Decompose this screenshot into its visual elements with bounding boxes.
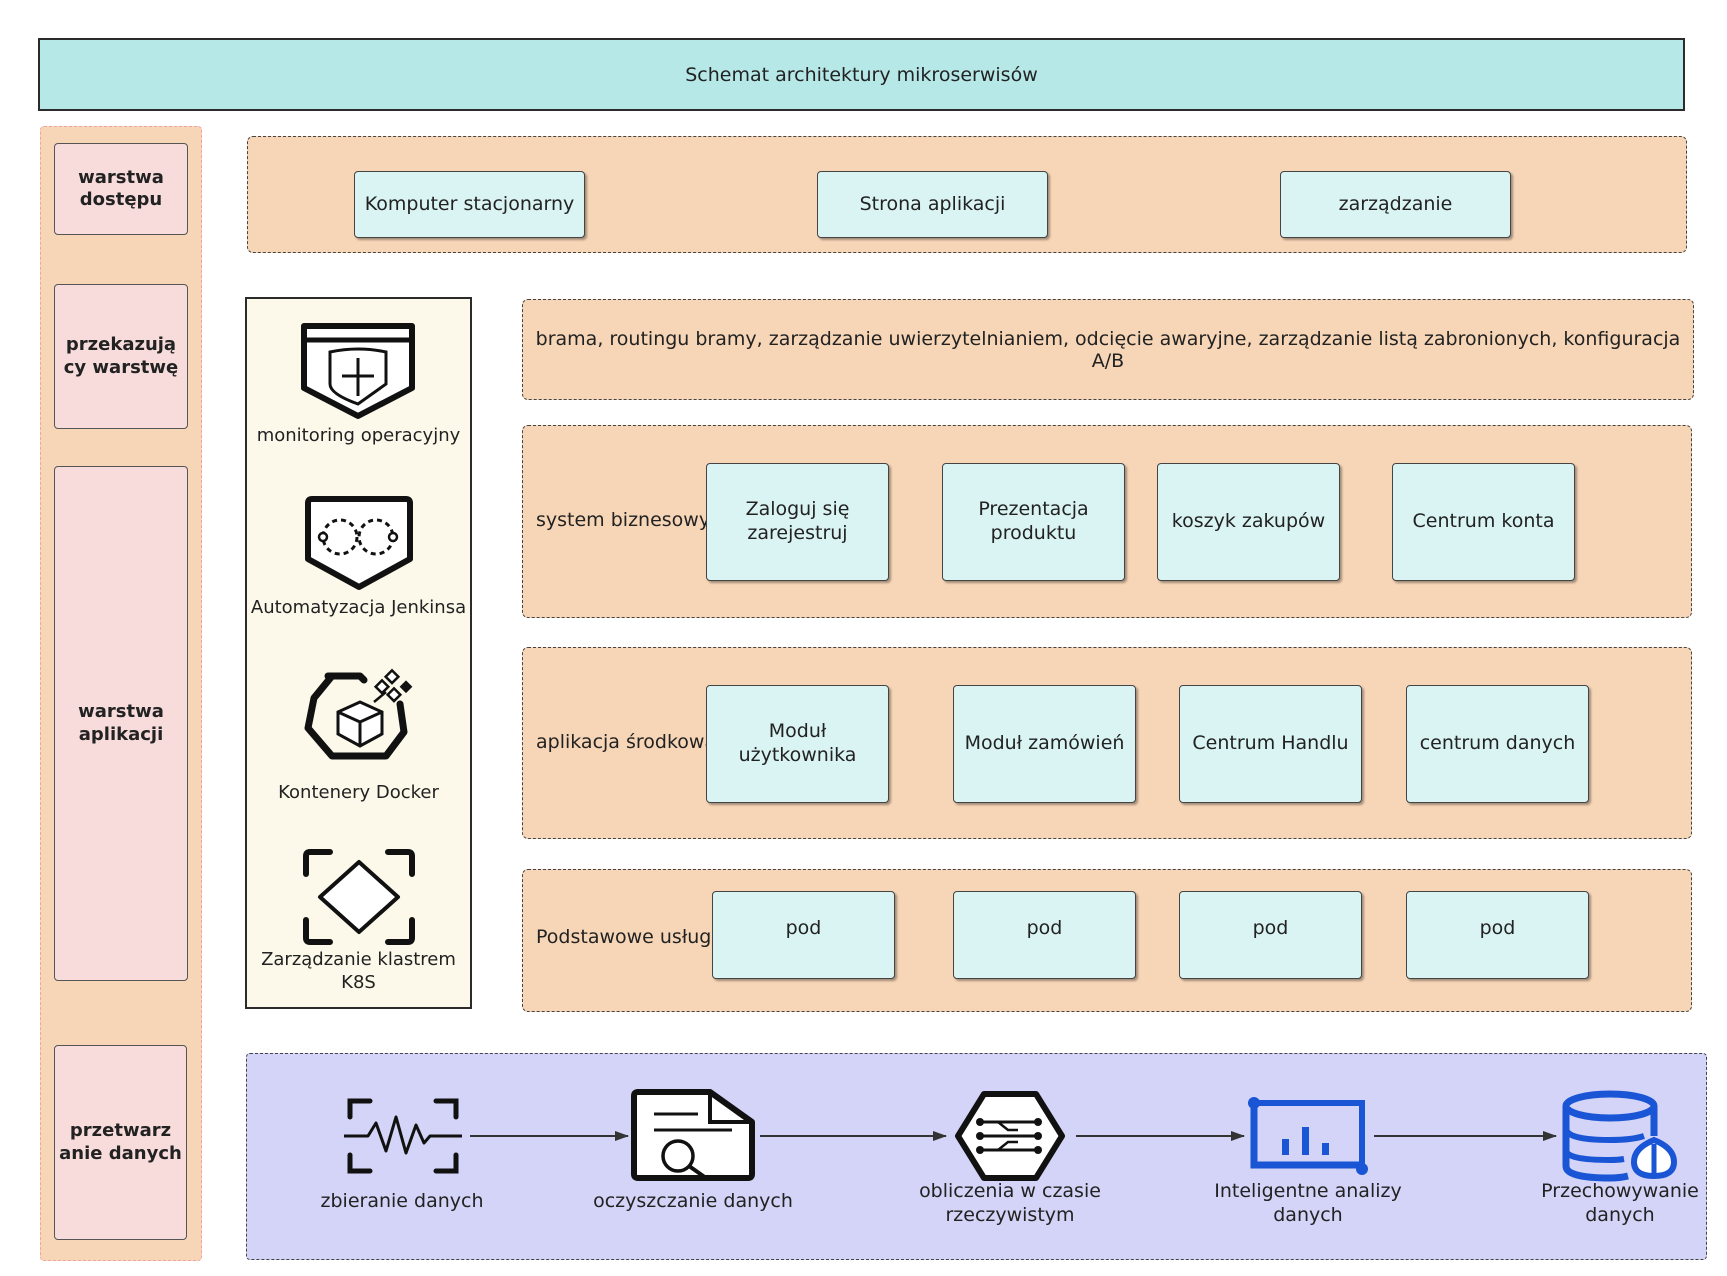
document-search-icon: [631, 1089, 755, 1181]
database-icon: [1562, 1090, 1678, 1182]
waveform-icon: [344, 1098, 462, 1174]
pipeline-arrows: [470, 1131, 1557, 1141]
pipeline-label-analytics: Inteligentne analizy danych: [1214, 1180, 1402, 1226]
pipeline-label-storage: Przechowywanie danych: [1541, 1180, 1699, 1226]
pipeline-label-collect: zbieranie danych: [320, 1190, 484, 1212]
bar-chart-icon: [1248, 1097, 1368, 1175]
pipeline-label-clean: oczyszczanie danych: [593, 1190, 793, 1212]
hexagon-circuit-icon: [955, 1091, 1065, 1181]
pipeline-label-compute: obliczenia w czasie rzeczywistym: [919, 1180, 1101, 1226]
